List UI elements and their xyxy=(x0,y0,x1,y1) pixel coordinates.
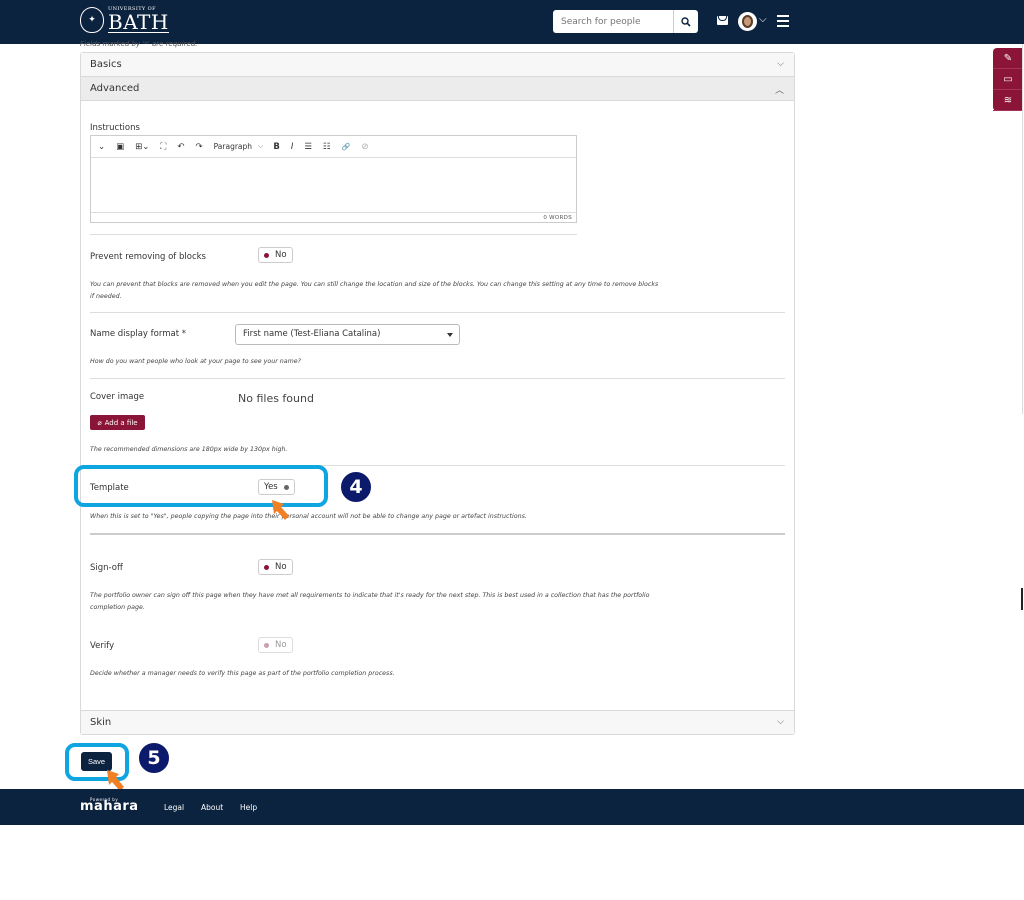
panel-skin-header[interactable]: Skin ⌵ xyxy=(81,710,794,734)
search-button[interactable] xyxy=(673,10,697,33)
footer-link-legal[interactable]: Legal xyxy=(164,803,184,812)
numbered-list-icon[interactable]: ☷ xyxy=(323,142,331,152)
caret-down-icon xyxy=(447,333,453,337)
editor-toolbar: ⌄ ▣ ⊞⌄ ⛶ ↶ ↷ Paragraph ⌵ B I ☰ ☷ 🔗 ⊘ xyxy=(91,136,576,158)
hamburger-menu-icon[interactable] xyxy=(777,15,789,27)
edit-icon[interactable]: ✎ xyxy=(993,48,1023,69)
chevron-down-icon[interactable]: ⌵ xyxy=(759,14,767,25)
image-icon[interactable]: ▣ xyxy=(116,142,124,152)
top-bar: ✦ UNIVERSITY OF BATH ⌵ xyxy=(0,0,1024,44)
footer-link-help[interactable]: Help xyxy=(240,803,257,812)
word-count: 0 WORDS xyxy=(91,212,576,222)
undo-icon[interactable]: ↶ xyxy=(177,142,184,152)
footer: Powered by mahara Legal About Help xyxy=(0,789,1024,825)
step-badge: 5 xyxy=(137,741,171,775)
bullet-list-icon[interactable]: ☰ xyxy=(304,142,312,152)
divider xyxy=(90,312,785,313)
avatar[interactable] xyxy=(738,12,757,31)
prevent-removing-label: Prevent removing of blocks xyxy=(90,252,206,262)
chevron-down-icon: ⌵ xyxy=(777,59,784,69)
name-display-label: Name display format * xyxy=(90,329,186,339)
name-display-select[interactable]: First name (Test-Eliana Catalina) xyxy=(235,324,460,345)
toggle-dot xyxy=(264,252,269,258)
name-display-description: How do you want people who look at your … xyxy=(90,358,302,365)
chevron-down-icon: ⌵ xyxy=(777,717,784,727)
sign-off-toggle[interactable]: No xyxy=(258,559,293,575)
unlink-icon[interactable]: ⊘ xyxy=(361,142,368,152)
chevron-up-icon: ︿ xyxy=(774,86,784,96)
cover-image-description: The recommended dimensions are 180px wid… xyxy=(90,446,288,453)
divider xyxy=(90,533,785,535)
layers-icon[interactable]: ≋ xyxy=(993,90,1023,111)
crest-icon: ✦ xyxy=(80,7,104,33)
sign-off-label: Sign-off xyxy=(90,563,123,573)
cover-image-label: Cover image xyxy=(90,392,145,402)
side-toolbar: ✎ ▭ ≋ xyxy=(993,48,1023,111)
verify-label: Verify xyxy=(90,641,115,651)
toolbar-toggle-icon[interactable]: ⌄ xyxy=(98,142,105,152)
paragraph-format-select[interactable]: Paragraph xyxy=(214,142,252,151)
display-icon[interactable]: ▭ xyxy=(993,69,1023,90)
redo-icon[interactable]: ↷ xyxy=(195,142,202,152)
toggle-value: No xyxy=(275,562,287,572)
mahara-logo[interactable]: Powered by mahara xyxy=(80,797,139,814)
paperclip-icon: ⌀ xyxy=(97,418,102,427)
fullscreen-icon[interactable]: ⛶ xyxy=(160,142,166,152)
select-value: First name (Test-Eliana Catalina) xyxy=(243,329,381,339)
panel-basics-header[interactable]: Basics ⌵ xyxy=(81,53,794,77)
chevron-down-icon[interactable]: ⌵ xyxy=(258,142,263,151)
panel-advanced-header[interactable]: Advanced ︿ xyxy=(81,77,794,101)
instructions-label: Instructions xyxy=(90,123,140,133)
divider xyxy=(90,378,785,379)
footer-link-about[interactable]: About xyxy=(201,803,223,812)
no-files-text: No files found xyxy=(238,392,314,405)
toggle-value: No xyxy=(275,250,287,260)
step-badge: 4 xyxy=(339,470,373,504)
button-label: Add a file xyxy=(104,418,138,427)
toggle-dot xyxy=(264,564,269,570)
scrollbar-track[interactable] xyxy=(1022,44,1023,414)
prevent-removing-toggle[interactable]: No xyxy=(258,247,293,263)
powered-by-text: Powered by xyxy=(90,797,119,802)
sign-off-description: The portfolio owner can sign off this pa… xyxy=(90,592,650,611)
panel-title: Advanced xyxy=(90,83,140,94)
people-search xyxy=(553,10,698,33)
pointer-arrow-icon xyxy=(272,500,289,520)
mail-icon[interactable] xyxy=(717,16,728,25)
verify-description: Decide whether a manager needs to verify… xyxy=(90,670,395,677)
required-fields-note: Fields marked by '*' are required. xyxy=(80,40,198,48)
logo-main-text: BATH xyxy=(108,10,169,34)
verify-toggle[interactable]: No xyxy=(258,637,293,653)
university-logo[interactable]: ✦ UNIVERSITY OF BATH xyxy=(80,7,169,33)
add-file-button[interactable]: ⌀ Add a file xyxy=(90,415,145,430)
table-icon[interactable]: ⊞⌄ xyxy=(135,142,149,152)
panel-title: Skin xyxy=(90,717,112,728)
prevent-removing-description: You can prevent that blocks are removed … xyxy=(90,281,659,300)
template-description: When this is set to "Yes", people copyin… xyxy=(90,513,527,520)
toggle-dot xyxy=(264,642,269,648)
italic-icon[interactable]: I xyxy=(291,142,294,152)
search-icon xyxy=(680,16,691,27)
divider xyxy=(90,234,577,235)
bold-icon[interactable]: B xyxy=(273,142,279,152)
toggle-value: No xyxy=(275,640,287,650)
page-settings-form: Basics ⌵ Advanced ︿ Instructions ⌄ ▣ ⊞⌄ … xyxy=(80,52,795,735)
instructions-editor[interactable]: ⌄ ▣ ⊞⌄ ⛶ ↶ ↷ Paragraph ⌵ B I ☰ ☷ 🔗 ⊘ 0 W… xyxy=(90,135,577,223)
search-input[interactable] xyxy=(553,10,673,33)
scrollbar-thumb[interactable] xyxy=(1021,588,1023,610)
panel-title: Basics xyxy=(90,59,122,70)
link-icon[interactable]: 🔗 xyxy=(342,143,351,151)
